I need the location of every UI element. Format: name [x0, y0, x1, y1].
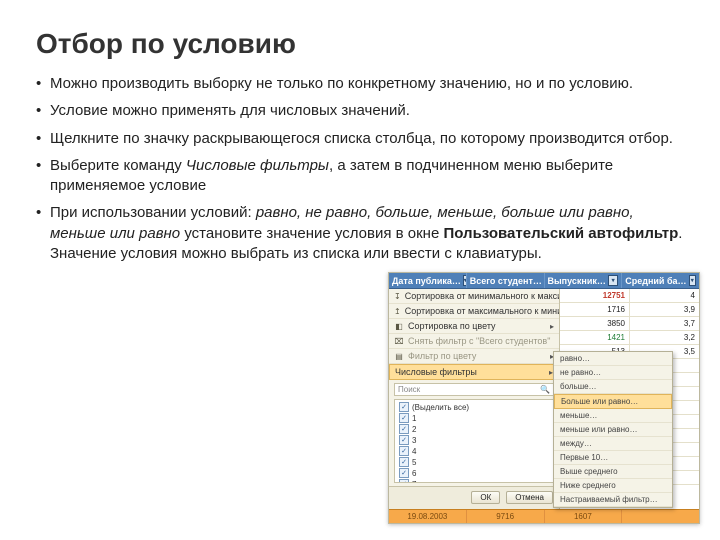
filter-menu: ↧ Сортировка от минимального к максимальн…: [389, 289, 560, 509]
check-select-all[interactable]: ✓(Выделить все): [397, 402, 551, 413]
table-footer-row: 19.08.2003 9716 1607: [389, 509, 699, 523]
cell: 3,2: [630, 331, 699, 344]
checkbox-icon: ✓: [399, 435, 409, 445]
filter-icon: ▤: [394, 351, 404, 361]
number-filters-submenu: равно… не равно… больше… Больше или равн…: [553, 351, 673, 508]
col-header-label: Средний ба…: [625, 276, 686, 286]
bullet-5-mid: установите значение условия в окне: [180, 225, 443, 242]
check-label: 6: [412, 469, 416, 478]
search-placeholder: Поиск: [398, 385, 420, 394]
sort-desc-icon: ↥: [394, 306, 401, 316]
check-label: 1: [412, 414, 416, 423]
menu-clear-filter: ⌧ Снять фильтр с "Всего студентов": [389, 334, 559, 349]
ok-button[interactable]: ОК: [471, 491, 500, 504]
col-header[interactable]: Средний ба…▾: [622, 273, 699, 288]
check-label: 7: [412, 480, 416, 484]
bullet-4-pre: Выберите команду: [50, 157, 186, 174]
checkbox-icon: ✓: [399, 402, 409, 412]
bullet-4: Выберите команду Числовые фильтры, а зат…: [36, 156, 684, 197]
submenu-item[interactable]: Первые 10…: [554, 451, 672, 465]
bullet-5: При использовании условий: равно, не рав…: [36, 203, 684, 264]
menu-filter-color: ▤Фильтр по цвету▸: [389, 349, 559, 364]
submenu-item[interactable]: Настраиваемый фильтр…: [554, 493, 672, 507]
submenu-item[interactable]: Ниже среднего: [554, 479, 672, 493]
menu-sort-desc[interactable]: ↥ Сортировка от максимального к минимальн…: [389, 304, 559, 319]
menu-label: Снять фильтр с "Всего студентов": [408, 336, 550, 346]
dropdown-icon[interactable]: ▾: [689, 275, 696, 286]
footer-cell: 9716: [467, 510, 545, 523]
sort-asc-icon: ↧: [394, 291, 401, 301]
cell: 12751: [560, 289, 630, 302]
submenu-item[interactable]: между…: [554, 437, 672, 451]
bullet-1: Можно производить выборку не только по к…: [36, 74, 684, 94]
bullet-5-bold: Пользовательский автофильтр: [443, 225, 678, 242]
check-item[interactable]: ✓3: [397, 435, 551, 446]
search-input[interactable]: Поиск 🔍: [394, 383, 554, 396]
table-header-row: Дата публика…▾ Всего студент…▾ Выпускник…: [389, 273, 699, 289]
bullet-3: Щелкните по значку раскрывающегося списк…: [36, 129, 684, 149]
checkbox-icon: ✓: [399, 468, 409, 478]
col-header-label: Всего студент…: [470, 276, 542, 286]
menu-label: Числовые фильтры: [395, 367, 477, 377]
checkbox-icon: ✓: [399, 457, 409, 467]
check-label: (Выделить все): [412, 403, 469, 412]
submenu-item[interactable]: меньше…: [554, 409, 672, 423]
cell: 1716: [560, 303, 630, 316]
search-icon: 🔍: [540, 385, 550, 394]
menu-label: Сортировка от максимального к минимально…: [405, 306, 559, 316]
footer-cell: 1607: [545, 510, 623, 523]
checkbox-icon: ✓: [399, 446, 409, 456]
submenu-item[interactable]: Выше среднего: [554, 465, 672, 479]
cell: 3,9: [630, 303, 699, 316]
bullet-5-pre: При использовании условий:: [50, 204, 256, 221]
checkbox-icon: ✓: [399, 413, 409, 423]
submenu-item[interactable]: не равно…: [554, 366, 672, 380]
submenu-item[interactable]: больше…: [554, 380, 672, 394]
menu-sort-color[interactable]: ◧ Сортировка по цвету ▸: [389, 319, 559, 334]
dropdown-icon[interactable]: ▾: [608, 275, 618, 286]
col-header-label: Дата публика…: [392, 276, 461, 286]
palette-icon: ◧: [394, 321, 404, 331]
check-label: 5: [412, 458, 416, 467]
bullet-list: Можно производить выборку не только по к…: [36, 74, 684, 264]
check-label: 3: [412, 436, 416, 445]
check-item[interactable]: ✓2: [397, 424, 551, 435]
submenu-item[interactable]: меньше или равно…: [554, 423, 672, 437]
menu-label: Сортировка по цвету: [408, 321, 496, 331]
bullet-2: Условие можно применять для числовых зна…: [36, 101, 684, 121]
slide-title: Отбор по условию: [36, 28, 684, 60]
check-item[interactable]: ✓5: [397, 457, 551, 468]
check-item[interactable]: ✓6: [397, 468, 551, 479]
cell: 3,7: [630, 317, 699, 330]
submenu-item[interactable]: равно…: [554, 352, 672, 366]
submenu-item-selected[interactable]: Больше или равно…: [554, 394, 672, 409]
menu-label: Сортировка от минимального к максимально…: [405, 291, 559, 301]
col-header-label: Выпускник…: [548, 276, 606, 286]
check-item[interactable]: ✓1: [397, 413, 551, 424]
check-item[interactable]: ✓4: [397, 446, 551, 457]
cancel-button[interactable]: Отмена: [506, 491, 553, 504]
excel-screenshot: Дата публика…▾ Всего студент…▾ Выпускник…: [388, 272, 700, 524]
chevron-right-icon: ▸: [550, 322, 554, 331]
footer-cell: 19.08.2003: [389, 510, 467, 523]
bullet-4-em: Числовые фильтры: [186, 157, 329, 174]
col-header[interactable]: Выпускник…▾: [545, 273, 623, 288]
col-header[interactable]: Всего студент…▾: [467, 273, 545, 288]
checkbox-icon: ✓: [399, 479, 409, 483]
cell: 1421: [560, 331, 630, 344]
check-label: 4: [412, 447, 416, 456]
checkbox-list[interactable]: ✓(Выделить все) ✓1 ✓2 ✓3 ✓4 ✓5 ✓6 ✓7: [394, 399, 554, 483]
menu-sort-asc[interactable]: ↧ Сортировка от минимального к максимальн…: [389, 289, 559, 304]
check-item[interactable]: ✓7: [397, 479, 551, 483]
cell: 3850: [560, 317, 630, 330]
menu-buttons: ОК Отмена: [389, 486, 559, 509]
menu-number-filters[interactable]: Числовые фильтры▸: [389, 364, 559, 380]
cell: 4: [630, 289, 699, 302]
col-header[interactable]: Дата публика…▾: [389, 273, 467, 288]
checkbox-icon: ✓: [399, 424, 409, 434]
menu-label: Фильтр по цвету: [408, 351, 476, 361]
check-label: 2: [412, 425, 416, 434]
clear-icon: ⌧: [394, 336, 404, 346]
footer-cell: [622, 510, 699, 523]
